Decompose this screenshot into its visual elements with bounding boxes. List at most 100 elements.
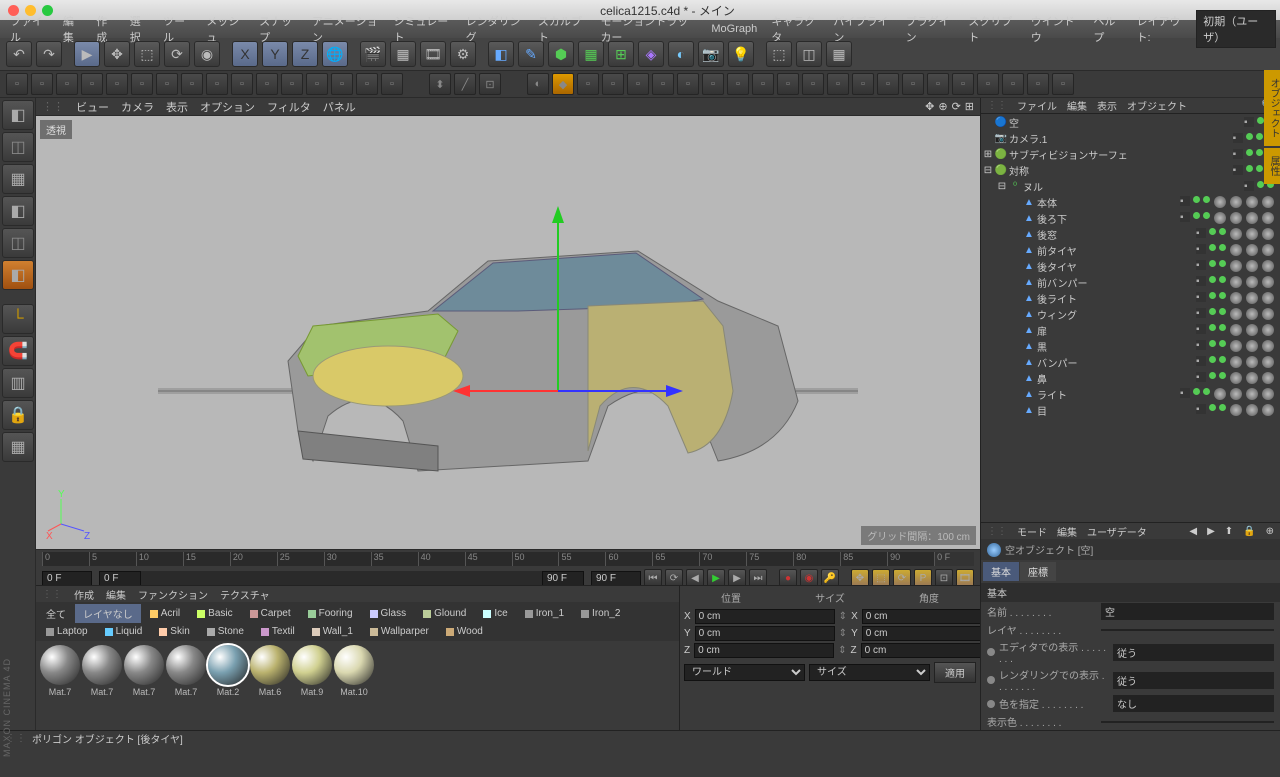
attr-tab-coord[interactable]: 座標 bbox=[1020, 562, 1056, 581]
tree-item[interactable]: ▲扉▪ bbox=[981, 322, 1280, 338]
vp-menu-item[interactable]: ビュー bbox=[76, 99, 109, 115]
point-mode[interactable]: ◫ bbox=[2, 228, 34, 258]
material-tab[interactable]: Textil bbox=[253, 624, 303, 639]
mode-14[interactable]: ▫ bbox=[927, 73, 949, 95]
tree-item[interactable]: ⊞🟢サブディビジョンサーフェ▪✕ bbox=[981, 146, 1280, 162]
nav-fwd-icon[interactable]: ▶ bbox=[1207, 526, 1215, 537]
material-tab[interactable]: Glound bbox=[415, 604, 474, 623]
tree-item[interactable]: ▲後タイヤ▪ bbox=[981, 258, 1280, 274]
object-tree[interactable]: 🔵空▪📷カメラ.1▪✕⊞🟢サブディビジョンサーフェ▪✕⊟🟢対称▪✕⊟⁰ヌル▪▲本… bbox=[981, 114, 1280, 522]
obj-menu-item[interactable]: オブジェクト bbox=[1127, 98, 1187, 113]
attr-field-色を指定[interactable]: なし bbox=[1113, 695, 1274, 712]
new-icon[interactable]: ⊕ bbox=[1266, 526, 1274, 537]
material-tab[interactable]: Iron_1 bbox=[517, 604, 572, 623]
vp-menu-item[interactable]: カメラ bbox=[121, 99, 154, 115]
material-tab[interactable]: Skin bbox=[151, 624, 197, 639]
material-item[interactable]: Mat.7 bbox=[40, 645, 80, 697]
mat-menu-item[interactable]: 作成 bbox=[74, 587, 94, 602]
vp-nav-icon[interactable]: ⟳ bbox=[952, 100, 961, 113]
tool-c[interactable]: ▦ bbox=[826, 41, 852, 67]
mode-18[interactable]: ▫ bbox=[1027, 73, 1049, 95]
mode-17[interactable]: ▫ bbox=[1002, 73, 1024, 95]
tool-sm-4[interactable]: ▫ bbox=[106, 73, 128, 95]
menu-item[interactable]: ヘルプ bbox=[1087, 11, 1128, 47]
tool-sm-14[interactable]: ▫ bbox=[356, 73, 378, 95]
cube-primitive[interactable]: ◧ bbox=[488, 41, 514, 67]
tree-item[interactable]: ▲前タイヤ▪ bbox=[981, 242, 1280, 258]
tool-sm-10[interactable]: ▫ bbox=[256, 73, 278, 95]
snap-b[interactable]: ╱ bbox=[454, 73, 476, 95]
material-item[interactable]: Mat.7 bbox=[166, 645, 206, 697]
tree-item[interactable]: ▲ライト▪ bbox=[981, 386, 1280, 402]
tree-item[interactable]: ⊟🟢対称▪✕ bbox=[981, 162, 1280, 178]
material-tab[interactable]: レイヤなし bbox=[75, 604, 141, 623]
mode-0[interactable]: ▫ bbox=[577, 73, 599, 95]
mode-13[interactable]: ▫ bbox=[902, 73, 924, 95]
material-tab[interactable]: Wood bbox=[438, 624, 491, 639]
attr-menu-item[interactable]: モード bbox=[1017, 524, 1047, 539]
texture-mode[interactable]: ▦ bbox=[2, 164, 34, 194]
material-tab[interactable]: Ice bbox=[475, 604, 515, 623]
nav-back-icon[interactable]: ◀ bbox=[1189, 526, 1197, 537]
tool-sm-15[interactable]: ▫ bbox=[381, 73, 403, 95]
material-item[interactable]: Mat.10 bbox=[334, 645, 374, 697]
scale-tool[interactable]: ⬚ bbox=[134, 41, 160, 67]
mode-16[interactable]: ▫ bbox=[977, 73, 999, 95]
tool-sm-1[interactable]: ▫ bbox=[31, 73, 53, 95]
vp-nav-icon[interactable]: ⊕ bbox=[938, 100, 947, 113]
tool-sm-2[interactable]: ▫ bbox=[56, 73, 78, 95]
mode-a[interactable]: ◐ bbox=[527, 73, 549, 95]
z-axis-toggle[interactable]: Z bbox=[292, 41, 318, 67]
recent-tool[interactable]: ◉ bbox=[194, 41, 220, 67]
mode-7[interactable]: ▫ bbox=[752, 73, 774, 95]
apply-button[interactable]: 適用 bbox=[934, 662, 976, 683]
mode-11[interactable]: ▫ bbox=[852, 73, 874, 95]
start-frame[interactable] bbox=[42, 571, 92, 586]
grid-btn[interactable]: ▦ bbox=[2, 432, 34, 462]
make-editable-button[interactable]: ◧ bbox=[2, 100, 34, 130]
mode-15[interactable]: ▫ bbox=[952, 73, 974, 95]
mode-2[interactable]: ▫ bbox=[627, 73, 649, 95]
material-tab[interactable]: Liquid bbox=[97, 624, 151, 639]
mat-menu-item[interactable]: テクスチャ bbox=[220, 587, 270, 602]
mode-5[interactable]: ▫ bbox=[702, 73, 724, 95]
tree-item[interactable]: ▲鼻▪ bbox=[981, 370, 1280, 386]
material-tab[interactable]: Glass bbox=[362, 604, 415, 623]
mode-4[interactable]: ▫ bbox=[677, 73, 699, 95]
tool-sm-13[interactable]: ▫ bbox=[331, 73, 353, 95]
attr-field-レイヤ[interactable] bbox=[1101, 629, 1274, 631]
viewport[interactable]: 透視 bbox=[36, 116, 980, 549]
timeline-ruler[interactable]: 0510152025303540455055606570758085900 F bbox=[42, 552, 974, 566]
menu-item[interactable]: ウインドウ bbox=[1025, 11, 1086, 47]
menu-item[interactable]: プラグイン bbox=[900, 11, 961, 47]
render-pv-button[interactable]: 🎞 bbox=[420, 41, 446, 67]
material-tab[interactable]: 全て bbox=[38, 604, 74, 623]
tree-item[interactable]: ▲黒▪ bbox=[981, 338, 1280, 354]
material-tab[interactable]: Fooring bbox=[300, 604, 361, 623]
snap-a[interactable]: ⬍ bbox=[429, 73, 451, 95]
mat-menu-item[interactable]: 編集 bbox=[106, 587, 126, 602]
material-tab[interactable]: Wall_1 bbox=[304, 624, 361, 639]
vp-menu-item[interactable]: 表示 bbox=[166, 99, 188, 115]
tool-sm-12[interactable]: ▫ bbox=[306, 73, 328, 95]
tree-item[interactable]: ▲後ろ下▪ bbox=[981, 210, 1280, 226]
side-tab-object[interactable]: オブジェクト bbox=[1264, 70, 1280, 146]
undo-button[interactable]: ↶ bbox=[6, 41, 32, 67]
model-mode[interactable]: ◫ bbox=[2, 132, 34, 162]
tree-item[interactable]: ▲後窓▪ bbox=[981, 226, 1280, 242]
mode-9[interactable]: ▫ bbox=[802, 73, 824, 95]
material-tab[interactable]: Basic bbox=[189, 604, 240, 623]
coord-pos-Z[interactable] bbox=[694, 643, 834, 658]
tree-item[interactable]: ▲バンパー▪ bbox=[981, 354, 1280, 370]
tree-item[interactable]: ▲前バンパー▪ bbox=[981, 274, 1280, 290]
vp-menu-item[interactable]: パネル bbox=[323, 99, 356, 115]
menu-item[interactable]: スクリプト bbox=[962, 11, 1023, 47]
mode-b[interactable]: ◆ bbox=[552, 73, 574, 95]
coord-pos-Y[interactable] bbox=[695, 626, 835, 641]
render-region-button[interactable]: ▦ bbox=[390, 41, 416, 67]
tool-a[interactable]: ⬚ bbox=[766, 41, 792, 67]
material-tab[interactable]: Wallparper bbox=[362, 624, 437, 639]
attr-field-名前[interactable]: 空 bbox=[1101, 603, 1274, 620]
attr-field-表示色[interactable] bbox=[1101, 721, 1274, 723]
material-item[interactable]: Mat.7 bbox=[124, 645, 164, 697]
